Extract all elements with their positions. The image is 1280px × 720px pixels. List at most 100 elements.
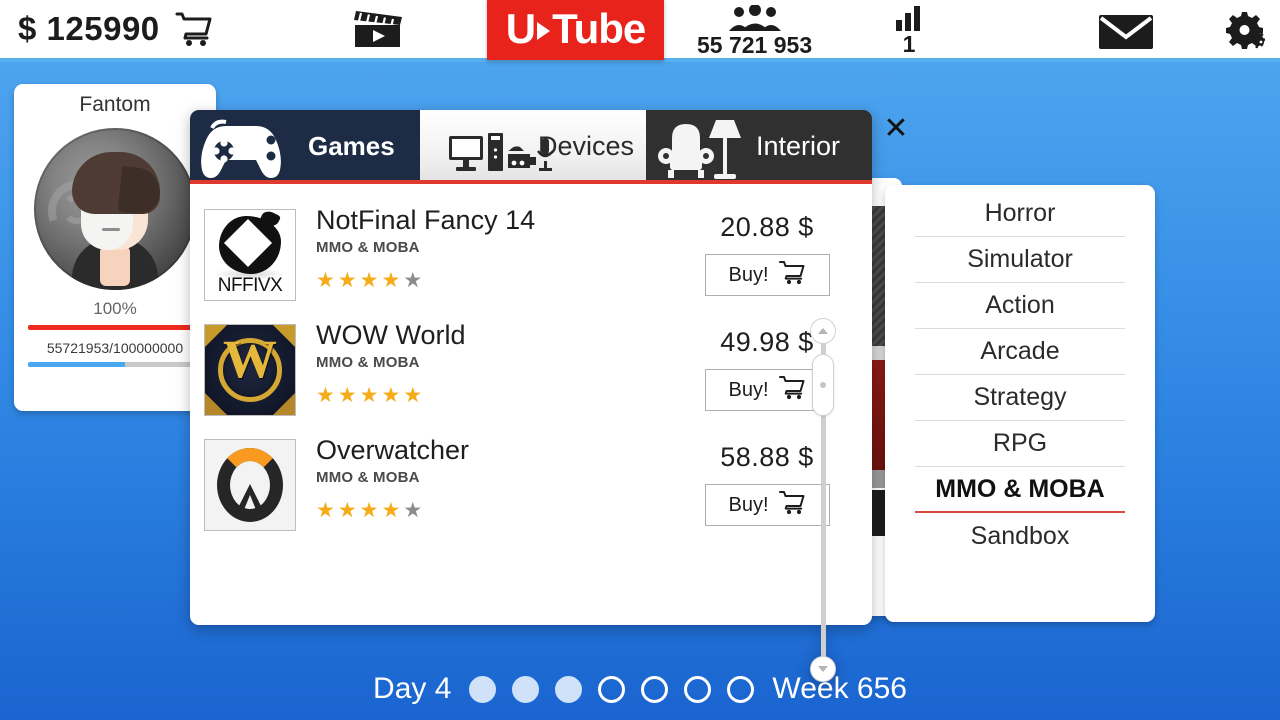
category-item-arcade[interactable]: Arcade [915, 329, 1125, 375]
star-icon: ★ [381, 383, 404, 407]
shopping-cart-icon [778, 490, 806, 520]
store-content: NFFIVX NotFinal Fancy 14 MMO & MOBA ★★★★… [190, 184, 872, 682]
star-icon: ★ [403, 268, 426, 292]
shopping-cart-icon [778, 375, 806, 405]
people-group-icon [727, 5, 783, 33]
tab-games-label: Games [308, 130, 395, 161]
xp-bar-fill [28, 362, 125, 367]
star-icon: ★ [403, 498, 426, 522]
avatar [34, 128, 196, 290]
health-bar-fill [28, 325, 202, 330]
day-label: Day 4 [373, 672, 452, 705]
category-item-mmo-moba[interactable]: MMO & MOBA [915, 467, 1125, 513]
category-item-sandbox[interactable]: Sandbox [915, 513, 1125, 559]
day-dot [469, 675, 497, 703]
star-icon: ★ [359, 268, 382, 292]
star-icon: ★ [403, 383, 426, 407]
movie-clapper-icon[interactable] [352, 8, 404, 50]
shopping-cart-icon [174, 11, 212, 47]
player-profile-card[interactable]: Fantom 100% 55721953/100000000 [14, 84, 216, 411]
tab-games[interactable]: Games [190, 110, 420, 182]
envelope-icon[interactable] [1098, 13, 1154, 51]
star-icon: ★ [316, 268, 338, 292]
game-list: NFFIVX NotFinal Fancy 14 MMO & MOBA ★★★★… [190, 184, 830, 551]
game-purchase-area: 20.88 $ Buy! [686, 212, 848, 296]
game-icon-text: NFFIVX [217, 275, 283, 296]
store-scrollbar[interactable] [810, 318, 836, 682]
utube-logo[interactable]: U Tube [487, 0, 664, 60]
store-tabs: Games Devices Interior [190, 110, 872, 182]
nffivx-logo-icon: NFFIVX [204, 209, 296, 301]
buy-button-label: Buy! [728, 493, 769, 516]
star-icon: ★ [381, 498, 404, 522]
play-triangle-icon [537, 22, 551, 40]
star-icon: ★ [381, 268, 404, 292]
level-value: 1 [902, 31, 916, 57]
day-dot [641, 675, 669, 703]
day-dot [727, 675, 755, 703]
tab-active-underline [190, 180, 872, 184]
category-item-action[interactable]: Action [915, 283, 1125, 329]
game-price: 49.98 $ [720, 327, 814, 357]
gamepad-icon [196, 118, 314, 180]
day-progress-dots [469, 675, 755, 703]
subscribers-counter: 55 721 953 [697, 5, 812, 57]
week-label: Week 656 [772, 672, 907, 705]
bar-chart-icon [893, 4, 925, 32]
game-row[interactable]: NFFIVX NotFinal Fancy 14 MMO & MOBA ★★★★… [190, 205, 830, 321]
health-percent-label: 100% [93, 299, 137, 318]
scroll-up-button[interactable] [810, 318, 836, 344]
game-row[interactable]: Overwatcher MMO & MOBA ★★★★★ 58.88 $ Buy… [190, 435, 830, 551]
game-screen: $ 125990 U Tube 55 721 953 1 Fantom 100%… [0, 0, 1280, 720]
bottom-day-bar: Day 4 Week 656 [0, 658, 1280, 720]
armchair-lamp-icon [654, 116, 759, 182]
category-item-horror[interactable]: Horror [915, 191, 1125, 237]
category-item-rpg[interactable]: RPG [915, 421, 1125, 467]
avatar-neck [100, 246, 130, 286]
avatar-mouth [102, 228, 120, 231]
category-item-simulator[interactable]: Simulator [915, 237, 1125, 283]
xp-bar [28, 362, 202, 367]
buy-button-label: Buy! [728, 263, 769, 286]
close-icon[interactable]: ✕ [880, 113, 912, 145]
tab-devices-label: Devices [538, 130, 635, 161]
store-window: Games Devices Interior NFFIVX NotFinal F… [190, 110, 872, 682]
money-amount: $ 125990 [18, 10, 160, 47]
game-icon-text: W [223, 329, 277, 389]
day-dot [555, 675, 583, 703]
health-bar [28, 325, 202, 330]
scrollbar-grip-icon [820, 382, 826, 388]
star-icon: ★ [337, 268, 360, 292]
shopping-cart-icon [778, 260, 806, 290]
xp-bar-wrap [28, 362, 202, 367]
buy-button[interactable]: Buy! [704, 254, 830, 296]
category-item-strategy[interactable]: Strategy [915, 375, 1125, 421]
category-panel: Horror Simulator Action Arcade Strategy … [885, 185, 1155, 622]
utube-logo-text: U Tube [505, 5, 647, 52]
star-icon: ★ [337, 498, 360, 522]
star-icon: ★ [316, 498, 338, 522]
tab-interior-label: Interior [756, 130, 841, 161]
tab-interior[interactable]: Interior [646, 110, 872, 182]
star-icon: ★ [359, 498, 382, 522]
day-dot [512, 675, 540, 703]
xp-label: 55721953/100000000 [46, 340, 184, 356]
game-row[interactable]: W WOW World MMO & MOBA ★★★★★ 49.98 $ Buy… [190, 320, 830, 436]
overwatcher-logo-icon [204, 439, 296, 531]
game-price: 20.88 $ [720, 212, 814, 242]
health-bar-wrap [28, 325, 202, 330]
player-name: Fantom [79, 93, 151, 116]
tab-devices[interactable]: Devices [420, 110, 646, 182]
gears-icon[interactable] [1225, 10, 1271, 54]
money-display: $ 125990 [18, 10, 212, 48]
subscribers-value: 55 721 953 [697, 32, 813, 58]
day-dot [684, 675, 712, 703]
star-icon: ★ [316, 383, 338, 407]
wow-logo-icon: W [204, 324, 296, 416]
chevron-up-icon [818, 328, 828, 334]
top-status-bar: $ 125990 U Tube 55 721 953 1 [0, 0, 1280, 62]
star-icon: ★ [337, 383, 360, 407]
game-price: 58.88 $ [720, 442, 814, 472]
scrollbar-thumb[interactable] [812, 354, 834, 416]
buy-button-label: Buy! [728, 378, 769, 401]
